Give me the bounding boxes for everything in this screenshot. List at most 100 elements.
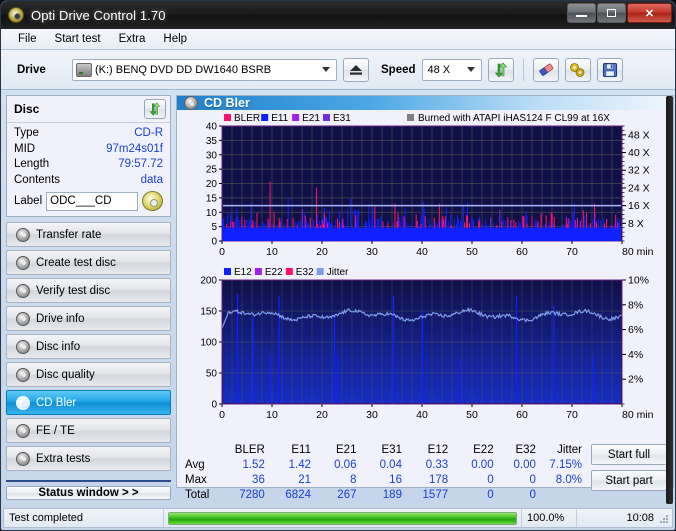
svg-text:70: 70 — [566, 409, 578, 421]
disc-icon — [16, 395, 30, 410]
resize-grip[interactable] — [658, 513, 669, 524]
cell-total-e11: 6824 — [285, 488, 311, 501]
cell-avg-e31: 0.04 — [379, 458, 402, 471]
status-window-button[interactable]: Status window > > — [6, 486, 171, 500]
test-buttons: Start full Start part — [585, 442, 673, 491]
svg-text:80 min: 80 min — [622, 246, 654, 258]
disc-row-value: data — [140, 173, 163, 186]
status-message: Test completed — [4, 509, 164, 527]
disc-icon — [16, 339, 30, 354]
start-part-button[interactable]: Start part — [591, 470, 667, 491]
chevron-down-icon — [463, 60, 479, 79]
svg-text:50: 50 — [206, 369, 218, 380]
svg-text:8%: 8% — [628, 299, 643, 311]
close-button[interactable]: ✕ — [627, 3, 672, 23]
sidebar-item-cd-bler[interactable]: CD Bler — [6, 390, 171, 415]
row-label-avg: Avg — [185, 458, 205, 471]
app-icon — [8, 7, 24, 23]
column-header-e12: E12 — [427, 443, 449, 456]
disc-icon — [16, 311, 30, 326]
sidebar-accent-strip — [6, 480, 171, 482]
sidebar-item-disc-info[interactable]: Disc info — [6, 334, 171, 359]
menu-item-help[interactable]: Help — [154, 31, 196, 47]
sidebar-item-verify-test-disc[interactable]: Verify test disc — [6, 278, 171, 303]
cell-avg-jitter: 7.15% — [549, 458, 582, 471]
cd-icon[interactable] — [142, 191, 163, 211]
svg-text:70: 70 — [566, 246, 578, 258]
cell-max-e22: 0 — [487, 473, 494, 486]
svg-text:10: 10 — [206, 208, 218, 219]
progress-percent: 100.0% — [521, 509, 577, 527]
svg-text:E31: E31 — [333, 113, 351, 124]
tools-button[interactable] — [564, 57, 591, 82]
bler-charts[interactable]: BLER E11 E21 E31 Burned with ATAPI iHAS124 F… — [177, 110, 673, 435]
column-header-e21: E21 — [336, 443, 357, 456]
svg-text:150: 150 — [200, 307, 217, 318]
sidebar-item-create-test-disc[interactable]: Create test disc — [6, 250, 171, 275]
column-header-e22: E22 — [473, 443, 494, 456]
svg-text:Jitter: Jitter — [327, 267, 349, 278]
svg-text:40: 40 — [416, 409, 428, 421]
table-row: Total 7280 6824 267 189 1577 0 0 — [181, 487, 585, 502]
svg-text:15: 15 — [206, 193, 218, 204]
svg-text:0: 0 — [219, 409, 225, 421]
eject-button[interactable] — [343, 57, 369, 82]
column-header-e11: E11 — [291, 443, 311, 456]
maximize-button[interactable] — [597, 3, 626, 23]
svg-text:40: 40 — [416, 246, 428, 258]
svg-text:Burned with ATAPI iHAS124 F: Burned with ATAPI iHAS124 F CL99 at 16X — [418, 113, 610, 124]
drive-select[interactable]: (K:) BENQ DVD DD DW1640 BSRB — [72, 58, 337, 81]
disc-label-key: Label — [14, 195, 43, 207]
disc-refresh-button[interactable] — [144, 99, 166, 119]
disc-row-value: 97m24s01f — [106, 142, 163, 155]
sidebar-item-label: Create test disc — [36, 256, 116, 269]
table-header-row: BLER E11 E21 E31 E12 E22 E32 Jitter — [181, 442, 585, 457]
sidebar-item-label: FE / TE — [36, 424, 75, 437]
minimize-icon — [576, 15, 587, 17]
cell-total-e12: 1577 — [422, 488, 449, 501]
page-title: CD Bler — [204, 96, 250, 110]
maximize-icon — [607, 9, 616, 17]
sidebar-item-transfer-rate[interactable]: Transfer rate — [6, 222, 171, 247]
window-scrollbar[interactable] — [666, 96, 673, 504]
refresh-button[interactable] — [487, 57, 514, 82]
statistics-section: BLER E11 E21 E31 E12 E22 E32 Jitter Avg … — [177, 438, 673, 502]
cell-total-jitter — [539, 487, 585, 502]
cell-max-bler: 36 — [252, 473, 265, 486]
menu-item-extra[interactable]: Extra — [110, 31, 155, 47]
disc-row-key: MID — [14, 142, 36, 155]
menu-item-file[interactable]: File — [9, 31, 46, 47]
svg-text:25: 25 — [206, 165, 218, 176]
sidebar-item-extra-tests[interactable]: Extra tests — [6, 446, 171, 471]
sidebar-item-drive-info[interactable]: Drive info — [6, 306, 171, 331]
svg-text:16 X: 16 X — [628, 200, 650, 212]
minimize-button[interactable] — [567, 3, 596, 23]
disc-label-input[interactable]: ODC___CD — [46, 191, 138, 211]
content-area: Disc Type CD-R MID 97m24s01f Length 79:5… — [1, 90, 675, 501]
svg-text:E32: E32 — [296, 267, 314, 278]
erase-button[interactable] — [532, 57, 559, 82]
speed-select[interactable]: 48 X — [421, 58, 482, 81]
sidebar-item-fe-te[interactable]: FE / TE — [6, 418, 171, 443]
disc-icon — [16, 227, 30, 242]
column-header-jitter: Jitter — [557, 443, 582, 456]
svg-text:20: 20 — [316, 246, 328, 258]
save-button[interactable] — [596, 57, 623, 82]
disc-row-type: Type CD-R — [14, 126, 163, 142]
menu-item-start-test[interactable]: Start test — [46, 31, 110, 47]
sidebar-item-disc-quality[interactable]: Disc quality — [6, 362, 171, 387]
disc-label-row: Label ODC___CD — [14, 191, 163, 211]
disc-row-key: Length — [14, 158, 50, 170]
sidebar-item-label: Disc quality — [36, 368, 95, 381]
sidebar-item-label: Transfer rate — [36, 228, 102, 241]
eject-icon — [350, 64, 362, 75]
disc-icon — [16, 283, 30, 298]
start-full-button[interactable]: Start full — [591, 444, 667, 465]
svg-text:8 X: 8 X — [628, 218, 644, 230]
toolbar: Drive (K:) BENQ DVD DD DW1640 BSRB Speed… — [1, 50, 675, 90]
sidebar-item-label: Disc info — [36, 340, 81, 353]
svg-text:30: 30 — [366, 409, 378, 421]
app-window: Opti Drive Control 1.70 ✕ File Start tes… — [0, 0, 676, 531]
column-header-bler: BLER — [234, 443, 265, 456]
svg-text:E12: E12 — [234, 267, 252, 278]
